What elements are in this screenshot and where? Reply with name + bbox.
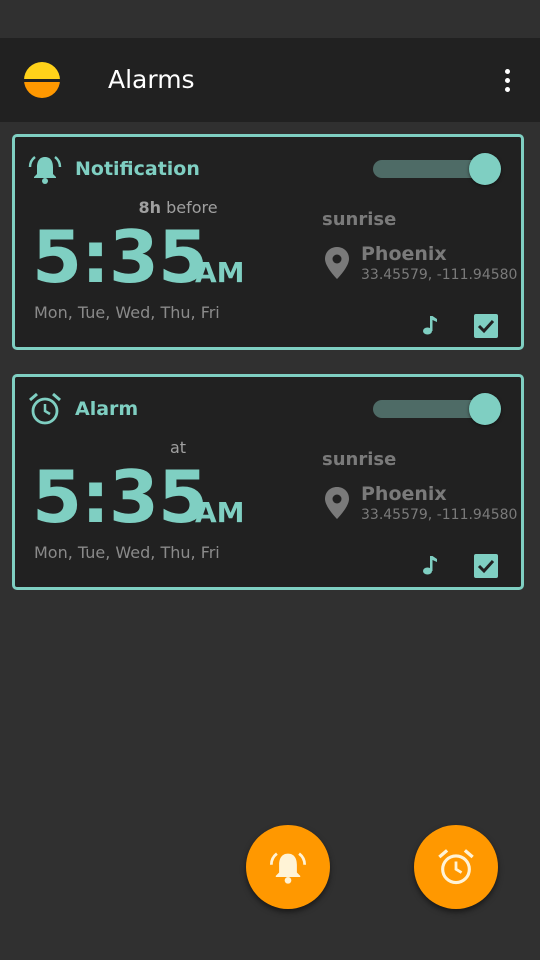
enable-toggle[interactable] [373, 391, 505, 427]
location-pin-icon[interactable] [323, 245, 351, 281]
music-note-icon[interactable] [419, 313, 441, 337]
add-notification-icon [269, 852, 307, 884]
add-alarm-icon [438, 849, 474, 885]
alarm-card-notification[interactable]: Notification 8h before 5:35 AM Mon, Tue,… [12, 134, 524, 350]
check-box-icon[interactable] [473, 553, 499, 579]
check-box-icon[interactable] [473, 313, 499, 339]
status-bar [0, 0, 540, 38]
solar-event[interactable]: sunrise [322, 207, 396, 233]
alarm-clock-icon [29, 392, 61, 425]
repeat-days[interactable]: Mon, Tue, Wed, Thu, Fri [34, 543, 224, 563]
alarm-ampm: AM [195, 256, 245, 289]
bell-ring-icon [28, 156, 62, 184]
add-alarm-button[interactable] [414, 825, 498, 909]
solar-event[interactable]: sunrise [322, 447, 396, 473]
app-bar: Alarms [0, 38, 540, 122]
enable-toggle[interactable] [373, 151, 505, 187]
alarm-ampm: AM [195, 496, 245, 529]
more-vert-icon[interactable] [492, 62, 522, 98]
alarm-time[interactable]: 5:35 [32, 457, 208, 537]
location-pin-icon[interactable] [323, 485, 351, 521]
add-notification-button[interactable] [246, 825, 330, 909]
alarm-time[interactable]: 5:35 [32, 217, 208, 297]
location-coords: 33.45579, -111.94580 [361, 507, 518, 523]
music-note-icon[interactable] [419, 553, 441, 577]
repeat-days[interactable]: Mon, Tue, Wed, Thu, Fri [34, 303, 224, 323]
card-type-label: Alarm [75, 398, 139, 420]
location-coords: 33.45579, -111.94580 [361, 267, 518, 283]
sun-horizon-icon[interactable] [24, 62, 60, 98]
alarm-card-alarm[interactable]: Alarm at 5:35 AM Mon, Tue, Wed, Thu, Fri… [12, 374, 524, 590]
page-title: Alarms [108, 65, 195, 94]
location-name[interactable]: Phoenix [361, 241, 447, 267]
location-name[interactable]: Phoenix [361, 481, 447, 507]
card-type-label: Notification [75, 158, 200, 180]
